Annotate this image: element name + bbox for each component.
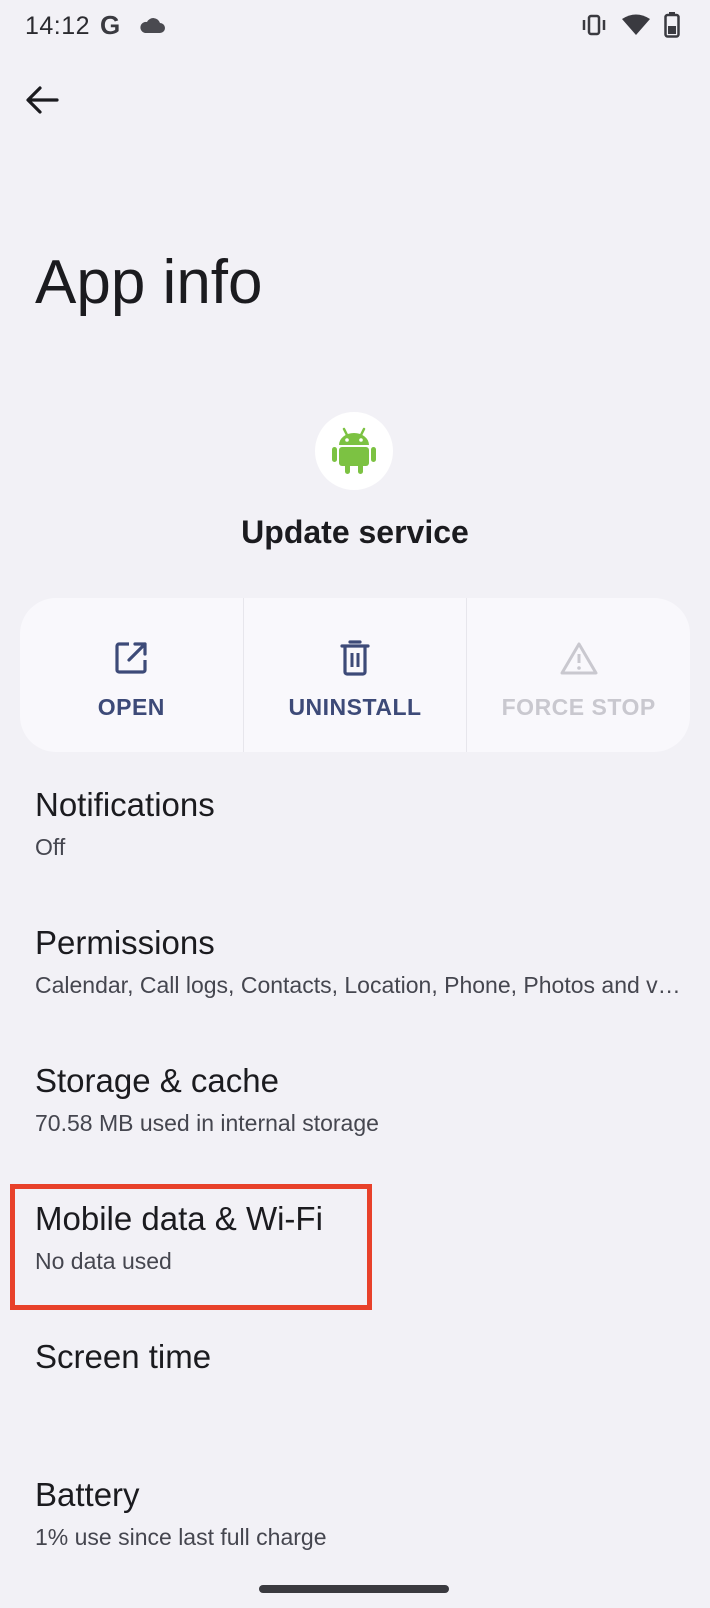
- force-stop-button[interactable]: FORCE STOP: [466, 598, 690, 752]
- warning-icon: [559, 638, 599, 678]
- app-actions: OPEN UNINSTALL FORCE STOP: [20, 598, 690, 752]
- trash-icon: [335, 638, 375, 678]
- setting-notifications[interactable]: Notifications Off: [0, 786, 710, 896]
- setting-storage-cache[interactable]: Storage & cache 70.58 MB used in interna…: [0, 1062, 710, 1172]
- back-button[interactable]: [22, 80, 62, 120]
- uninstall-button[interactable]: UNINSTALL: [242, 598, 467, 752]
- status-bar: 14:12 G: [0, 0, 710, 54]
- status-time: 14:12: [25, 12, 91, 40]
- setting-title: Battery: [35, 1476, 140, 1513]
- open-external-icon: [111, 638, 151, 678]
- arrow-left-icon: [26, 86, 59, 114]
- setting-permissions[interactable]: Permissions Calendar, Call logs, Contact…: [0, 924, 710, 1034]
- setting-battery[interactable]: Battery 1% use since last full charge: [0, 1476, 710, 1586]
- uninstall-label: UNINSTALL: [288, 694, 422, 720]
- page-title: App info: [35, 248, 263, 317]
- cloud-icon: [138, 16, 166, 39]
- setting-title: Permissions: [35, 924, 215, 961]
- setting-summary: 1% use since last full charge: [35, 1524, 327, 1550]
- app-name: Update service: [241, 514, 469, 550]
- home-indicator[interactable]: [259, 1585, 449, 1593]
- battery-icon: [664, 12, 680, 43]
- setting-screen-time[interactable]: Screen time: [0, 1338, 710, 1448]
- force-stop-label: FORCE STOP: [501, 694, 656, 720]
- setting-summary: Calendar, Call logs, Contacts, Location,…: [35, 972, 685, 998]
- app-icon: [315, 412, 393, 490]
- setting-title: Storage & cache: [35, 1062, 279, 1099]
- setting-title: Screen time: [35, 1338, 212, 1375]
- android-icon: [332, 427, 376, 474]
- setting-summary: 70.58 MB used in internal storage: [35, 1110, 379, 1136]
- open-label: OPEN: [97, 694, 165, 720]
- open-button[interactable]: OPEN: [20, 598, 243, 752]
- status-icons: [580, 12, 680, 43]
- wifi-icon: [622, 14, 650, 41]
- setting-title: Notifications: [35, 786, 215, 823]
- google-icon: G: [100, 10, 121, 40]
- setting-summary: Off: [35, 834, 66, 860]
- highlight-box: [10, 1184, 372, 1310]
- vibrate-icon: [580, 13, 608, 42]
